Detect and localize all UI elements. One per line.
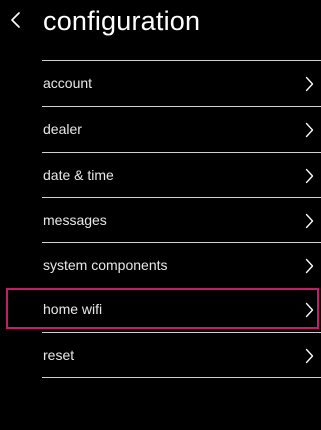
- divider: [42, 377, 321, 378]
- chevron-right-icon: [305, 302, 314, 318]
- menu-item-account[interactable]: account: [0, 61, 321, 107]
- chevron-right-icon: [305, 213, 314, 229]
- menu-item-dealer[interactable]: dealer: [0, 107, 321, 153]
- menu-item-label: messages: [43, 212, 107, 228]
- menu-item-label: home wifi: [43, 301, 103, 317]
- menu-item-reset[interactable]: reset: [0, 333, 321, 379]
- menu-item-home-wifi[interactable]: home wifi: [0, 287, 321, 333]
- menu-item-date-time[interactable]: date & time: [0, 153, 321, 199]
- menu-item-label: dealer: [43, 121, 82, 137]
- menu-item-label: reset: [43, 347, 75, 363]
- chevron-right-icon: [305, 258, 314, 274]
- menu-item-system-components[interactable]: system components: [0, 243, 321, 289]
- chevron-right-icon: [305, 122, 314, 138]
- chevron-right-icon: [305, 168, 314, 184]
- menu-item-messages[interactable]: messages: [0, 198, 321, 244]
- configuration-menu: account dealer date & time messages syst…: [0, 0, 321, 430]
- menu-item-label: date & time: [43, 167, 114, 183]
- chevron-right-icon: [305, 76, 314, 92]
- menu-item-label: account: [43, 75, 93, 91]
- chevron-right-icon: [305, 348, 314, 364]
- menu-item-label: system components: [43, 257, 168, 273]
